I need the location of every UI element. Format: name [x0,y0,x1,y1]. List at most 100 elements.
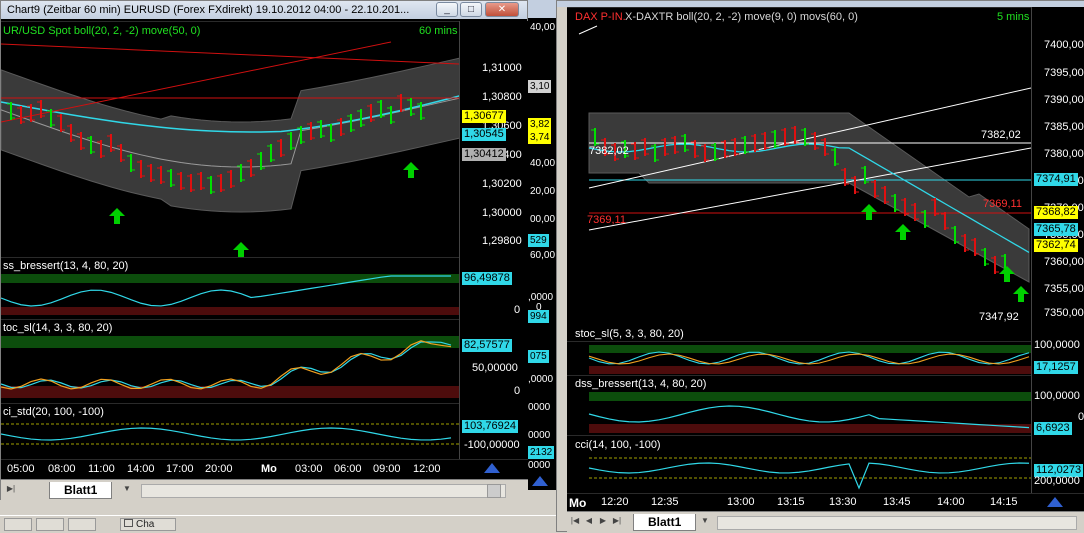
last-price-tag: 1,30677 [462,110,506,123]
price-tag: 7365,78 [1034,223,1078,236]
stoc-tick: 50,00000 [472,362,518,374]
right-dss-pane[interactable]: dss_bressert(13, 4, 80, 20) [567,375,1031,435]
right-cci-pane[interactable]: cci(14, 100, -100) [567,435,1031,493]
trend-line [578,25,598,35]
maximize-button[interactable]: □ [460,2,482,17]
buy-signal-arrow-icon [233,242,249,257]
stoc-value-tag: 82,57577 [462,339,512,352]
background-tag: 2132 [528,446,555,459]
scroll-arrow-icon[interactable] [1047,497,1063,507]
move-price-tag: 1,30545 [462,128,506,141]
price-tick: 7360,00 [1044,256,1084,268]
right-price-pane[interactable]: DAX P-IN. X-DAXTR boll(20, 2, -2) move(9… [567,7,1031,341]
tab-dropdown-icon[interactable]: ▼ [699,515,711,527]
time-label: Mo [569,496,587,510]
horizontal-scrollbar[interactable] [141,484,506,498]
time-label: 17:00 [166,463,194,475]
tab-nav-next-icon[interactable]: ▶ [597,515,609,527]
background-tick: 0000 [528,402,551,413]
tab-nav-prev-icon[interactable]: ◀ [583,515,595,527]
time-label: 13:30 [829,496,857,508]
time-label: 20:00 [205,463,233,475]
tab-nav-last-icon[interactable]: ▶| [611,515,623,527]
background-tick: 60,00 [530,250,556,261]
background-tick: 0000 [528,460,551,471]
left-stoc-pane[interactable]: toc_sl(14, 3, 3, 80, 20) [1,319,459,403]
right-dss-header: dss_bressert(13, 4, 80, 20) [575,378,707,390]
tab-blatt1[interactable]: Blatt1 [633,514,697,531]
background-tag: 3,82 [528,118,552,131]
left-cci-pane[interactable]: ci_std(20, 100, -100) [1,403,459,459]
background-window-titlebar [528,0,556,18]
background-tag: 529 [528,234,549,247]
time-label: 11:00 [88,463,115,475]
time-label: 13:15 [777,496,805,508]
left-cci-header: ci_std(20, 100, -100) [3,406,104,418]
dss-zero-tick: 0 [514,304,521,316]
background-scrollbar [528,490,556,515]
cci-value-tag: 103,76924 [462,420,518,433]
dss-line [588,405,1030,429]
background-tag: 075 [528,350,549,363]
background-tick: ,0000 [528,374,554,385]
right-stoc-pane[interactable]: stoc_sl(5, 3, 3, 80, 20) [567,341,1031,375]
buy-signal-arrow-icon [403,162,419,178]
dss-value-tag: 96,49878 [462,272,512,285]
price-tick: 7395,00 [1044,67,1084,79]
time-label: 03:00 [295,463,323,475]
left-cci-axis: 103,76924 -100,00000 [459,403,529,459]
chart-window-icon [124,519,133,527]
taskbar-chart-button[interactable]: Cha [120,518,176,531]
right-price-header: X-DAXTR boll(20, 2, -2) move(9, 0) movs(… [625,11,858,23]
right-dss-axis: 100,0000 0 6,6923 [1031,375,1084,435]
time-label: 14:00 [127,463,155,475]
trend-line [1,43,459,65]
time-label: 14:00 [937,496,965,508]
taskbar-button[interactable] [68,518,96,531]
price-tick: 1,31000 [482,62,522,74]
buy-signal-arrow-icon [109,208,125,224]
price-tick: 7355,00 [1044,283,1084,295]
left-price-pane[interactable]: UR/USD Spot boll(20, 2, -2) move(50, 0) … [1,21,459,257]
close-button[interactable]: ✕ [485,2,519,17]
tab-nav-first-icon[interactable]: |◀ [569,515,581,527]
time-label: 12:20 [601,496,629,508]
background-scroll-arrow-icon [532,476,548,486]
price-tick: 1,30800 [482,91,522,103]
dss-tick: 100,0000 [1034,390,1080,402]
right-cci-header: cci(14, 100, -100) [575,439,661,451]
background-tick: 40,00 [530,22,556,33]
price-tick: 7350,00 [1044,307,1084,319]
time-label: 08:00 [48,463,76,475]
tab-dropdown-icon[interactable]: ▼ [121,483,133,495]
horizontal-scrollbar[interactable] [717,516,1077,530]
right-price-axis: 7400,00 7395,00 7390,00 7385,00 7380,00 … [1031,7,1084,341]
stoc-tick: 100,0000 [1034,339,1080,351]
price-tag: 7374,91 [1034,173,1078,186]
left-dss-pane[interactable]: ss_bressert(13, 4, 80, 20) [1,257,459,319]
buy-signal-arrow-icon [1013,286,1029,302]
taskbar-button[interactable] [4,518,32,531]
time-label: 12:35 [651,496,679,508]
time-label: 13:00 [727,496,755,508]
cci-line [1,427,452,441]
time-label: 09:00 [373,463,401,475]
price-tick: 1,29800 [482,235,522,247]
dss-value-tag: 6,6923 [1034,422,1072,435]
price-tick: 7390,00 [1044,94,1084,106]
time-label: 06:00 [334,463,362,475]
level-label-left: 7382,02 [589,145,629,157]
right-time-axis: Mo 12:20 12:35 13:00 13:15 13:30 13:45 1… [567,493,1084,511]
tab-nav-last-icon[interactable]: ▶| [5,483,17,495]
size-grip-icon[interactable] [487,484,501,498]
bollinger-band [1,57,459,213]
taskbar-button[interactable] [36,518,64,531]
scroll-arrow-icon[interactable] [484,463,500,473]
cci-line [588,462,1030,490]
buy-signal-arrow-icon [861,204,877,220]
right-price-header-symbol: DAX P-IN. [575,11,626,23]
left-stoc-axis: 82,57577 50,00000 0 [459,319,529,403]
background-tick: 00,00 [530,214,556,225]
minimize-button[interactable]: _ [436,2,458,17]
tab-blatt1[interactable]: Blatt1 [49,482,113,499]
